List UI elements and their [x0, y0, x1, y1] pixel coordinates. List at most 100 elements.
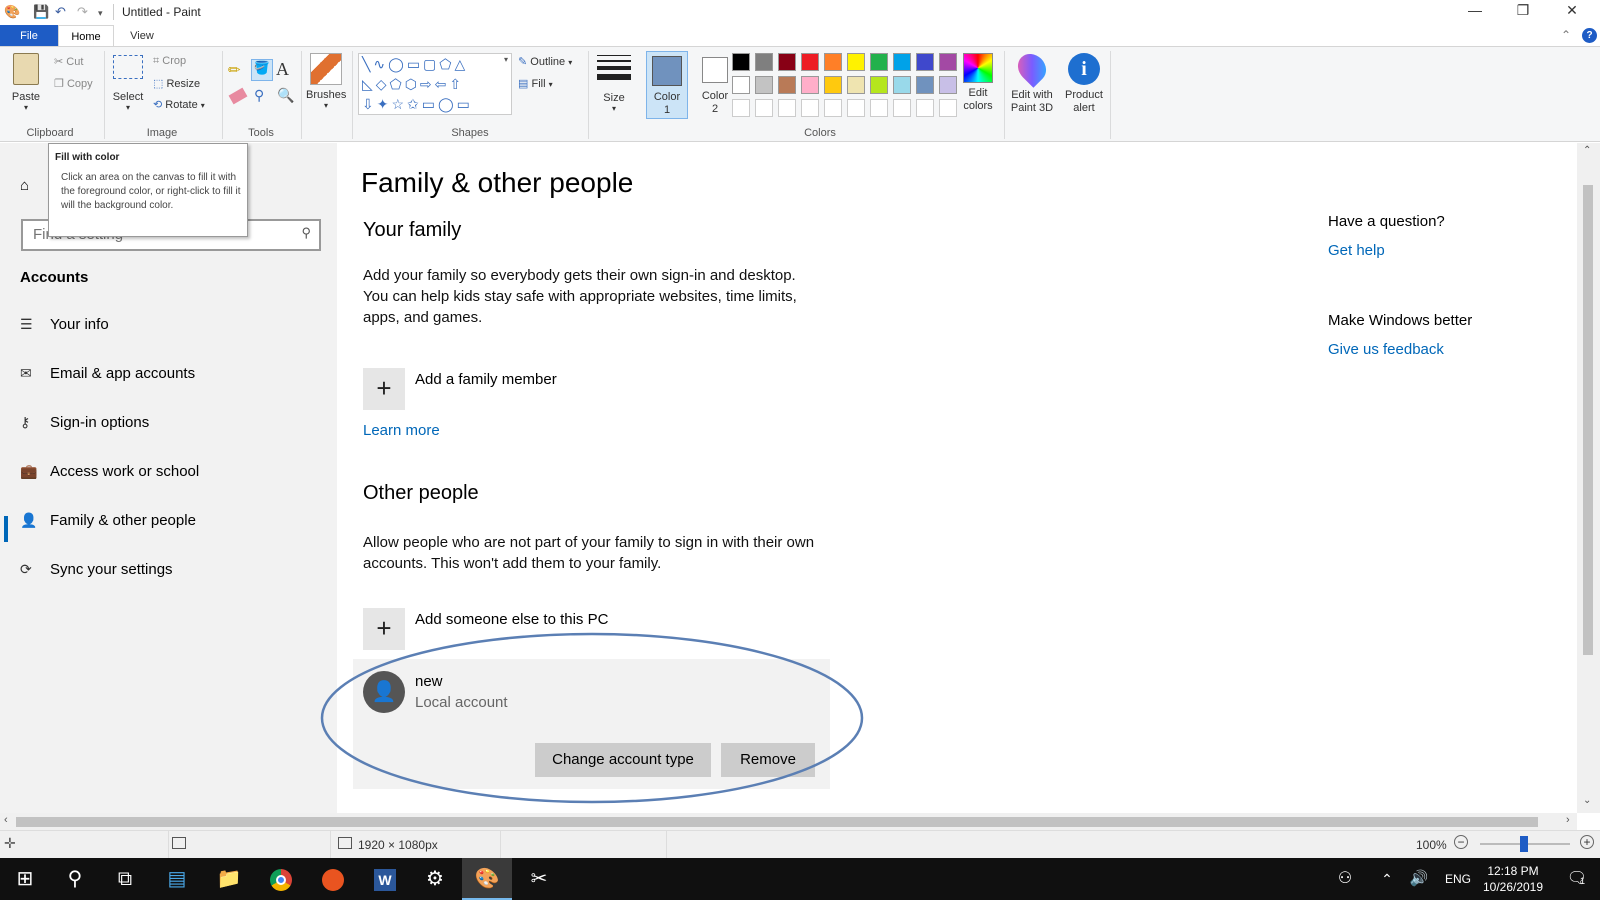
- add-family-plus-icon[interactable]: +: [363, 368, 405, 410]
- palette-swatch[interactable]: [732, 76, 750, 94]
- scroll-thumb[interactable]: [1583, 185, 1593, 655]
- palette-swatch[interactable]: [939, 76, 957, 94]
- scroll-up-icon[interactable]: ⌃: [1583, 145, 1591, 156]
- palette-swatch[interactable]: [847, 53, 865, 71]
- eraser-icon[interactable]: [228, 87, 248, 105]
- palette-swatch[interactable]: [778, 76, 796, 94]
- rotate-button[interactable]: ⟲ Rotate ▾: [153, 98, 205, 111]
- horizontal-scrollbar[interactable]: ‹ ›: [0, 813, 1577, 830]
- palette-swatch-empty[interactable]: [847, 99, 865, 117]
- palette-swatch[interactable]: [801, 53, 819, 71]
- product-alert-button[interactable]: i Product alert: [1062, 53, 1106, 115]
- crop-button[interactable]: ⌗ Crop: [153, 55, 186, 68]
- palette-swatch[interactable]: [824, 76, 842, 94]
- ubuntu-icon[interactable]: [308, 858, 358, 900]
- sidebar-item[interactable]: 💼 Access work or school: [20, 463, 199, 485]
- minimize-button[interactable]: —: [1460, 2, 1490, 18]
- tab-view[interactable]: View: [118, 25, 166, 47]
- fill-button[interactable]: ▤ Fill ▾: [518, 77, 553, 90]
- close-button[interactable]: ✕: [1557, 2, 1587, 19]
- palette-swatch-empty[interactable]: [916, 99, 934, 117]
- snip-tool-icon[interactable]: ✂: [514, 858, 564, 900]
- palette-swatch[interactable]: [893, 76, 911, 94]
- color2-button[interactable]: Color 2: [694, 51, 736, 119]
- color-picker-icon[interactable]: ⚲: [254, 87, 264, 104]
- pencil-icon[interactable]: ✏: [228, 61, 241, 79]
- redo-icon[interactable]: ↷: [77, 4, 88, 20]
- palette-swatch[interactable]: [916, 76, 934, 94]
- copy-button[interactable]: ❐ Copy: [54, 77, 93, 90]
- color1-button[interactable]: Color 1: [646, 51, 688, 119]
- chevron-down-icon[interactable]: ▾: [504, 55, 508, 64]
- palette-swatch-empty[interactable]: [732, 99, 750, 117]
- scroll-thumb[interactable]: [16, 817, 1538, 827]
- edit-with-paint3d-button[interactable]: Edit with Paint 3D: [1008, 48, 1056, 115]
- sidebar-item[interactable]: ⟳ Sync your settings: [20, 561, 173, 583]
- notifications-icon[interactable]: 🗨 1: [1552, 858, 1600, 900]
- scroll-left-icon[interactable]: ‹: [4, 814, 8, 826]
- search-icon[interactable]: ⚲: [50, 858, 100, 900]
- palette-swatch-empty[interactable]: [801, 99, 819, 117]
- palette-swatch[interactable]: [778, 53, 796, 71]
- palette-swatch[interactable]: [732, 53, 750, 71]
- restore-button[interactable]: ❐: [1508, 2, 1538, 19]
- file-explorer-icon[interactable]: 📁: [204, 858, 254, 900]
- zoom-in-icon[interactable]: +: [1580, 835, 1594, 849]
- palette-swatch[interactable]: [755, 76, 773, 94]
- palette-swatch-empty[interactable]: [755, 99, 773, 117]
- scroll-down-icon[interactable]: ⌄: [1583, 795, 1591, 806]
- sidebar-item[interactable]: ✉ Email & app accounts: [20, 365, 195, 387]
- select-button[interactable]: Select ▾: [110, 55, 146, 112]
- language-indicator[interactable]: ENG: [1445, 872, 1471, 886]
- save-icon[interactable]: 💾: [33, 4, 49, 20]
- sidebar-item[interactable]: ☰ Your info: [20, 316, 109, 338]
- learn-more-link[interactable]: Learn more: [363, 422, 440, 439]
- palette-swatch-empty[interactable]: [870, 99, 888, 117]
- sidebar-item[interactable]: ⚷ Sign-in options: [20, 414, 149, 436]
- magnifier-icon[interactable]: 🔍: [277, 87, 294, 104]
- palette-swatch[interactable]: [847, 76, 865, 94]
- chrome-icon[interactable]: [256, 858, 306, 900]
- resize-button[interactable]: ⬚ Resize: [153, 77, 200, 90]
- paste-button[interactable]: Paste ▾: [8, 53, 44, 112]
- add-family-member-button[interactable]: Add a family member: [415, 371, 557, 388]
- fill-bucket-icon[interactable]: 🪣: [251, 59, 273, 81]
- palette-swatch[interactable]: [824, 53, 842, 71]
- scroll-right-icon[interactable]: ›: [1566, 814, 1570, 826]
- palette-swatch[interactable]: [755, 53, 773, 71]
- zoom-slider-thumb[interactable]: [1520, 836, 1528, 852]
- palette-swatch-empty[interactable]: [778, 99, 796, 117]
- collapse-ribbon-icon[interactable]: ⌃: [1561, 28, 1571, 42]
- palette-swatch[interactable]: [870, 53, 888, 71]
- task-view-icon[interactable]: ⧉: [100, 858, 150, 900]
- zoom-out-icon[interactable]: −: [1454, 835, 1468, 849]
- feedback-link[interactable]: Give us feedback: [1328, 341, 1444, 358]
- customize-qa-icon[interactable]: ▾: [98, 8, 103, 19]
- palette-swatch-empty[interactable]: [893, 99, 911, 117]
- text-tool-icon[interactable]: A: [276, 59, 289, 80]
- people-app-icon[interactable]: ▤: [152, 858, 202, 900]
- tab-file[interactable]: File: [0, 25, 58, 47]
- word-icon[interactable]: W: [360, 858, 410, 900]
- size-button[interactable]: Size ▾: [594, 55, 634, 113]
- palette-swatch-empty[interactable]: [824, 99, 842, 117]
- brushes-button[interactable]: Brushes ▾: [306, 53, 346, 110]
- outline-button[interactable]: ✎ Outline ▾: [518, 55, 572, 68]
- vertical-scrollbar[interactable]: ⌃ ⌄: [1577, 143, 1600, 813]
- palette-swatch[interactable]: [893, 53, 911, 71]
- windows-start-icon[interactable]: ⊞: [0, 858, 50, 900]
- palette-swatch[interactable]: [801, 76, 819, 94]
- help-icon[interactable]: ?: [1582, 28, 1597, 43]
- paint-taskbar-icon[interactable]: 🎨: [462, 858, 512, 900]
- settings-gear-icon[interactable]: ⚙: [410, 858, 460, 900]
- shapes-gallery[interactable]: ╲∿◯▭▢⬠△ ◺◇⬠⬡⇨⇦⇧ ⇩✦☆✩▭◯▭: [358, 53, 512, 115]
- palette-swatch-empty[interactable]: [939, 99, 957, 117]
- palette-swatch[interactable]: [939, 53, 957, 71]
- cut-button[interactable]: ✂ Cut: [54, 55, 83, 68]
- get-help-link[interactable]: Get help: [1328, 242, 1385, 259]
- palette-swatch[interactable]: [870, 76, 888, 94]
- palette-swatch[interactable]: [916, 53, 934, 71]
- tab-home[interactable]: Home: [58, 25, 114, 47]
- undo-icon[interactable]: ↶: [55, 4, 66, 20]
- home-icon[interactable]: ⌂: [20, 177, 29, 194]
